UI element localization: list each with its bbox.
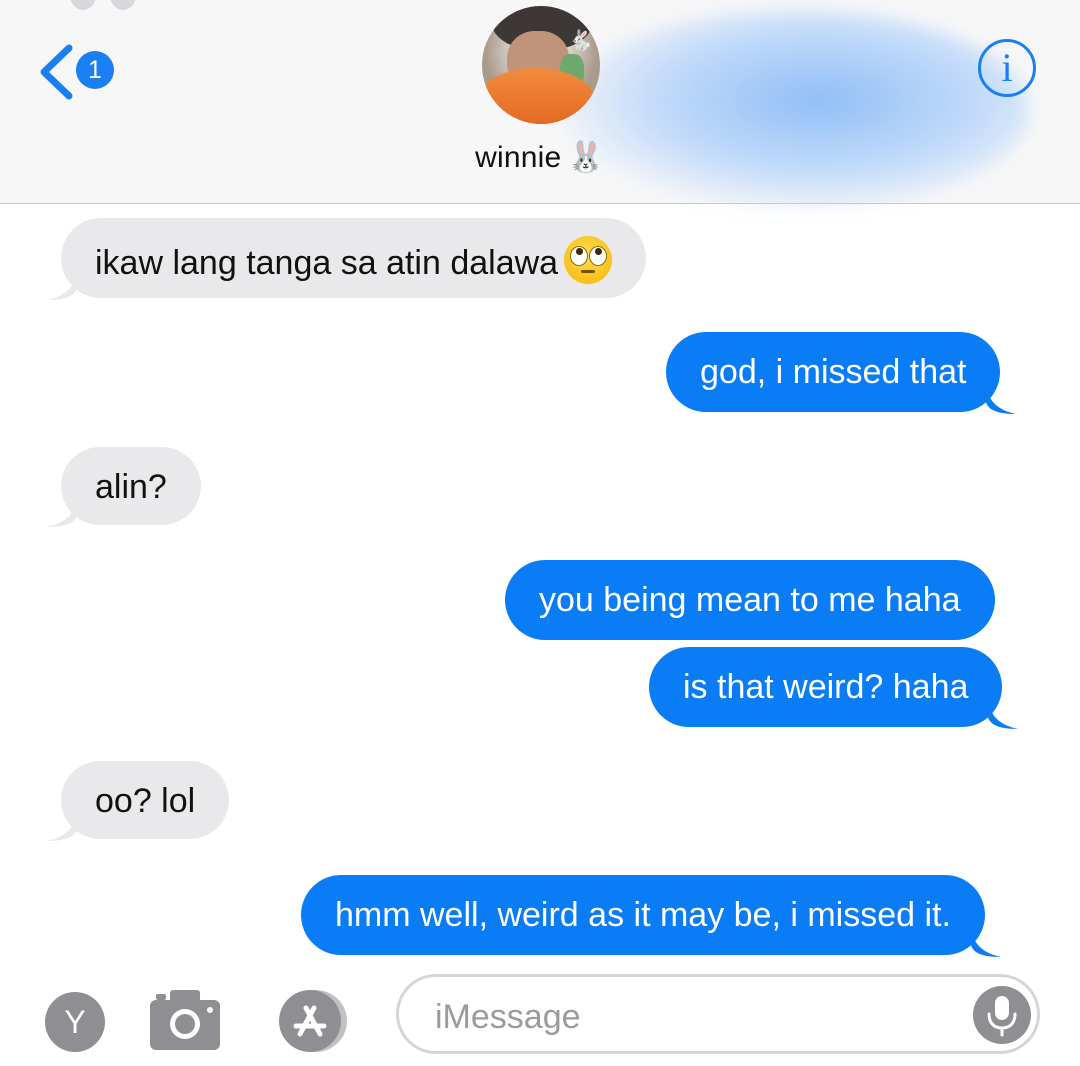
bubble-tail	[47, 815, 77, 841]
message-text: alin?	[95, 468, 167, 506]
message-text: you being mean to me haha	[539, 581, 961, 619]
camera-button[interactable]	[148, 986, 222, 1052]
app-store-icon	[279, 990, 347, 1052]
info-button[interactable]: i	[978, 39, 1036, 97]
message-text: hmm well, weird as it may be, i missed i…	[335, 896, 951, 934]
bubble-tail	[47, 501, 77, 527]
dictation-button[interactable]	[973, 986, 1031, 1044]
bubble-tail	[986, 388, 1017, 414]
chevron-left-icon	[40, 44, 73, 100]
compose-bar: Y iMessage	[0, 958, 1080, 1066]
status-icon	[70, 0, 96, 10]
back-button[interactable]: 1	[36, 42, 126, 102]
apps-button[interactable]: Y	[45, 992, 105, 1052]
info-icon: i	[1001, 45, 1013, 90]
outgoing-message-bubble[interactable]: is that weird? haha	[649, 647, 1019, 729]
message-text: oo? lol	[95, 782, 196, 820]
incoming-message-bubble[interactable]: alin?	[47, 447, 201, 527]
microphone-icon	[987, 996, 1017, 1037]
message-text: ikaw lang tanga sa atin dalawa	[95, 244, 559, 282]
bubble-tail	[970, 931, 1001, 957]
conversation-header: 1 🐇 winnie 🐰 i	[0, 0, 1080, 210]
blurred-region	[560, 10, 1030, 210]
bunny-sticker-icon: 🐇	[568, 30, 593, 52]
contact-name[interactable]: winnie 🐰	[0, 140, 1080, 175]
contact-avatar[interactable]: 🐇	[482, 6, 600, 124]
app-store-button[interactable]	[268, 988, 358, 1054]
outgoing-message-bubble[interactable]: god, i missed that	[666, 332, 1017, 414]
status-icon	[110, 0, 136, 10]
contact-name-text: winnie	[475, 141, 562, 174]
bubble-tail	[988, 703, 1019, 729]
outgoing-message-bubble[interactable]: hmm well, weird as it may be, i missed i…	[301, 875, 1001, 957]
incoming-message-bubble[interactable]: oo? lol	[47, 761, 230, 841]
rabbit-emoji-icon: 🐰	[567, 140, 605, 175]
unread-count-badge: 1	[76, 51, 114, 89]
message-text: is that weird? haha	[683, 668, 969, 706]
message-input[interactable]: iMessage	[396, 974, 1040, 1054]
message-input-placeholder: iMessage	[435, 998, 581, 1036]
face-with-rolling-eyes-icon	[564, 236, 613, 284]
incoming-message-bubble[interactable]: ikaw lang tanga sa atin dalawa	[47, 218, 647, 300]
camera-icon	[150, 990, 220, 1050]
outgoing-message-bubble[interactable]: you being mean to me haha	[505, 560, 995, 640]
bubble-tail	[47, 274, 77, 300]
message-text: god, i missed that	[700, 353, 967, 391]
